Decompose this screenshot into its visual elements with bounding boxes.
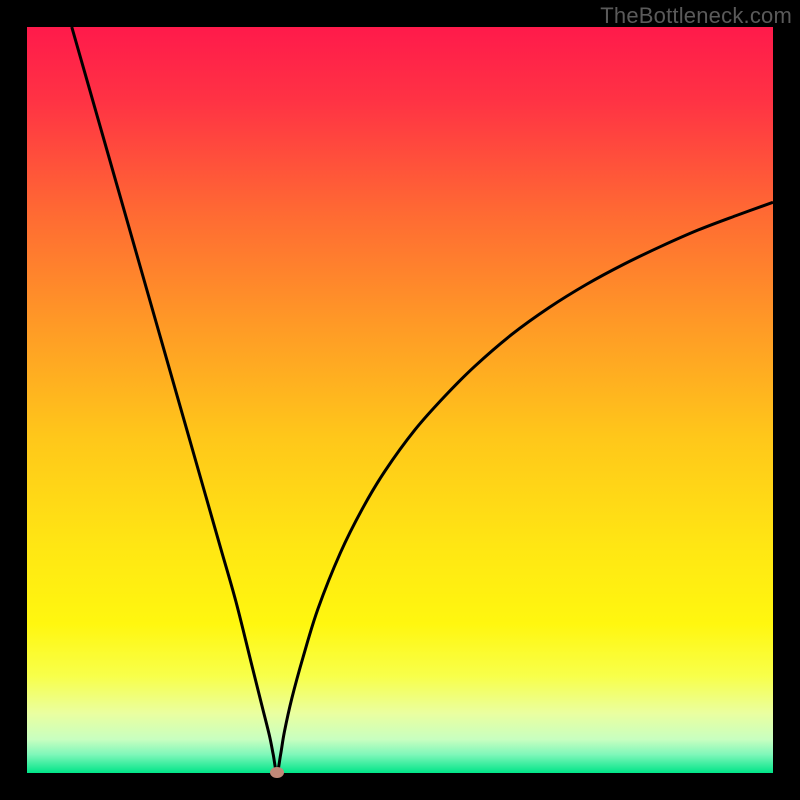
bottleneck-curve: [72, 27, 773, 773]
optimum-marker: [270, 767, 284, 778]
plot-area: [27, 27, 773, 773]
chart-frame: TheBottleneck.com: [0, 0, 800, 800]
watermark-text: TheBottleneck.com: [600, 3, 792, 29]
curve-layer: [27, 27, 773, 773]
